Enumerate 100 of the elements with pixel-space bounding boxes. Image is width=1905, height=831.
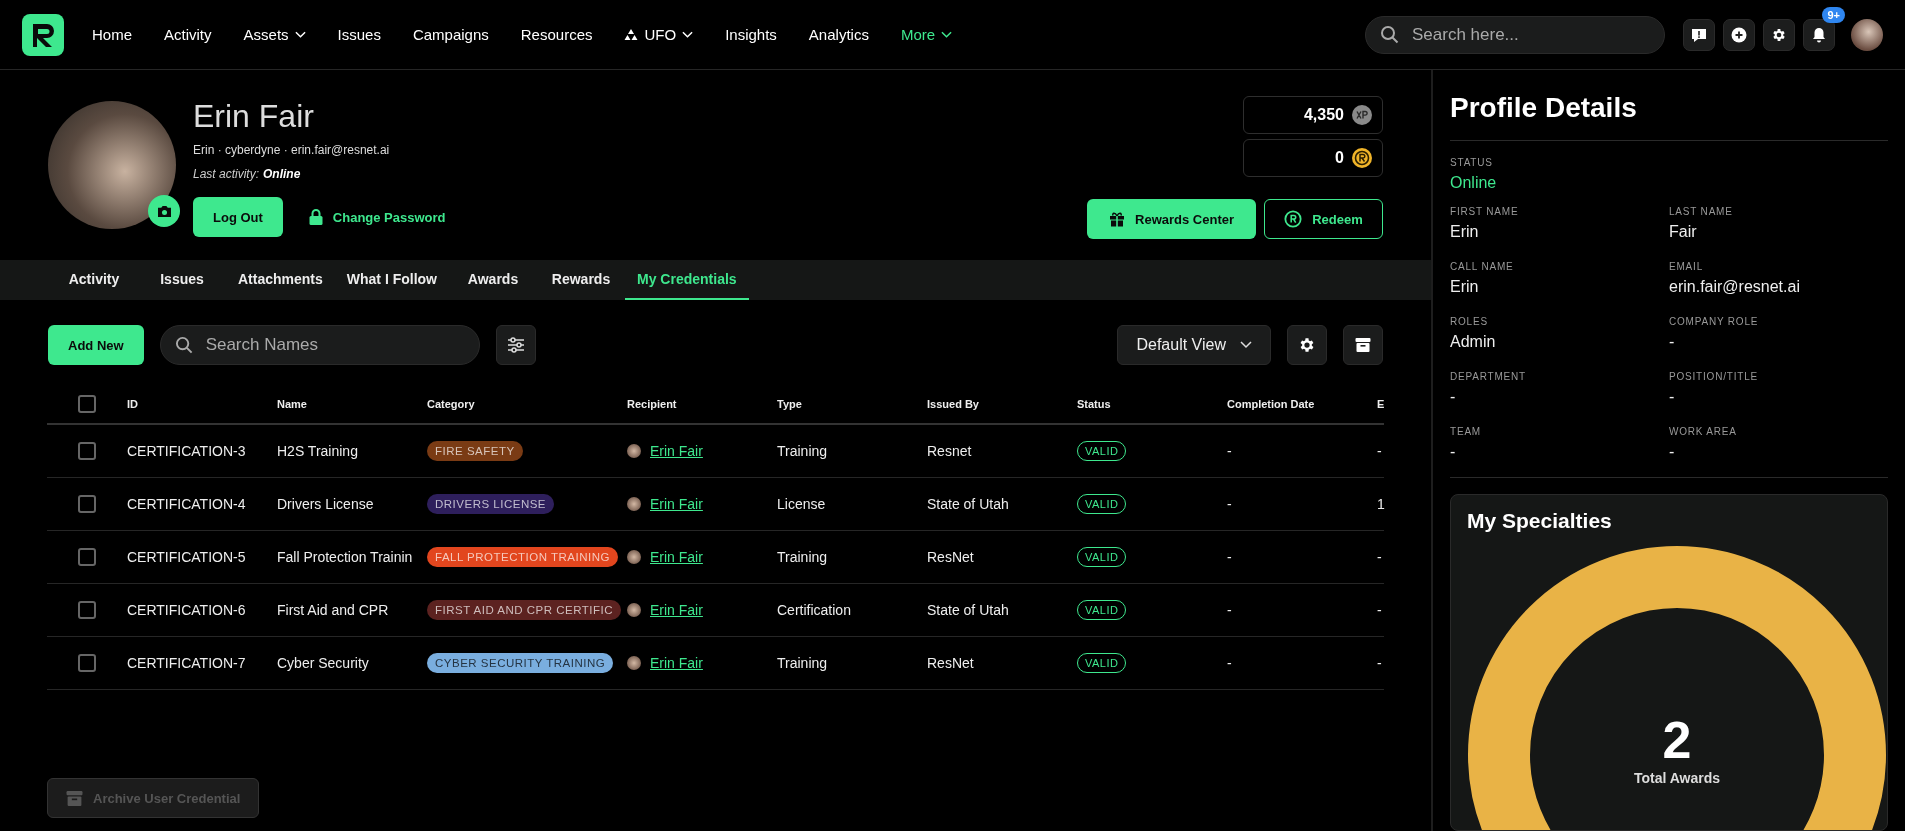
xp-icon (1352, 105, 1372, 125)
feedback-button[interactable] (1683, 18, 1715, 51)
table-cell-text: Training (777, 549, 829, 565)
table-cell-text: - (1227, 496, 1233, 512)
change-password-button[interactable]: Change Password (308, 209, 446, 225)
table-cell-text: CERTIFICATION-4 (127, 496, 247, 512)
nav-link[interactable]: Analytics (792, 26, 885, 43)
search-icon (174, 335, 194, 355)
user-avatar[interactable] (1851, 18, 1883, 51)
recipient-link[interactable]: Erin Fair (650, 549, 703, 565)
add-button[interactable] (1723, 18, 1755, 51)
table-cell-text: CERTIFICATION-7 (127, 655, 247, 671)
table-cell: 1 (1377, 496, 1384, 512)
total-label: Total Awards (1632, 770, 1722, 786)
table-cell-text: License (777, 496, 827, 512)
rewards-center-button[interactable]: Rewards Center (1087, 199, 1256, 239)
column-header: Name (277, 398, 308, 410)
table-cell-text: Certification (777, 602, 852, 618)
field-value: - (1669, 443, 1676, 461)
nav-link[interactable]: Resources (504, 26, 609, 43)
profile-tab[interactable]: Rewards (537, 260, 625, 300)
notifications-button[interactable] (1803, 18, 1835, 51)
recipient-link[interactable]: Erin Fair (650, 655, 703, 671)
field-label: FIRST NAME (1450, 206, 1520, 217)
last-activity-label: Last activity: (193, 167, 260, 181)
filter-button[interactable] (495, 325, 536, 365)
user-avatar (627, 656, 641, 670)
table-cell-text: State of Utah (927, 496, 1010, 512)
table-cell-text: - (1377, 655, 1383, 671)
nav-link[interactable]: Activity (148, 26, 228, 43)
table-cell-text: - (1377, 443, 1383, 459)
row-checkbox[interactable] (78, 601, 96, 619)
table-cell-text: - (1377, 602, 1383, 618)
archive-button[interactable] (1343, 325, 1383, 365)
search-input[interactable]: Search Names (203, 334, 465, 356)
last-activity-value: Online (263, 167, 301, 181)
profile-tab[interactable]: Issues (138, 260, 226, 300)
nav-link[interactable]: Issues (321, 26, 397, 43)
chevron-down-icon (1240, 341, 1252, 349)
nav-link[interactable]: Home (76, 26, 148, 43)
recipient-link[interactable]: Erin Fair (650, 496, 703, 512)
total-count: 2 (1661, 710, 1693, 770)
field-value: Erin (1450, 278, 1480, 296)
profile-tab[interactable]: Attachments (226, 260, 335, 300)
search-field[interactable]: Search Names (159, 325, 480, 365)
field-label: ROLES (1450, 316, 1489, 327)
profile-tab[interactable]: Activity (50, 260, 138, 300)
add-new-button[interactable]: Add New (48, 325, 144, 365)
camera-icon (156, 204, 172, 218)
table-cell-text: - (1227, 655, 1233, 671)
nav-link[interactable]: More (884, 26, 969, 43)
column-header: Recipient (627, 398, 678, 410)
column-header: ID (127, 398, 139, 410)
nav-link[interactable]: Insights (709, 26, 793, 43)
table-cell-text: CERTIFICATION-6 (127, 602, 247, 618)
column-header: Category (427, 398, 476, 410)
field-label: LAST NAME (1669, 206, 1734, 217)
field-label: CALL NAME (1450, 261, 1515, 272)
recipient-link[interactable]: Erin Fair (650, 602, 703, 618)
settings-icon (1771, 26, 1787, 43)
camera-button[interactable] (148, 195, 180, 227)
redeem-button[interactable]: Redeem (1264, 199, 1383, 239)
bell-icon (1811, 26, 1827, 43)
field-value: Fair (1669, 223, 1698, 241)
profile-subtitle: Erin · cyberdyne · erin.fair@resnet.ai (193, 143, 391, 157)
table-cell-text: Drivers License (277, 496, 375, 512)
select-all-checkbox[interactable] (78, 395, 96, 413)
category-tag: FIRST AID AND CPR CERTIFIC (427, 600, 622, 620)
logout-button[interactable]: Log Out (193, 197, 283, 237)
settings-button[interactable] (1287, 325, 1327, 365)
search-field[interactable]: Search here... (1365, 15, 1665, 54)
nav-link[interactable]: Campaigns (396, 26, 505, 43)
row-checkbox[interactable] (78, 548, 96, 566)
notification-count: 9+ (1822, 6, 1845, 23)
settings-button[interactable] (1763, 18, 1795, 51)
table-cell-text: State of Utah (927, 602, 1010, 618)
profile-tab[interactable]: Awards (449, 260, 537, 300)
triangles-icon (624, 28, 639, 41)
view-dropdown[interactable]: Default View (1117, 325, 1271, 365)
row-checkbox[interactable] (78, 442, 96, 460)
nav-link[interactable]: UFO (608, 26, 710, 43)
profile-tab[interactable]: My Credentials (625, 260, 749, 300)
recipient-link[interactable]: Erin Fair (650, 443, 703, 459)
table-cell-text: - (1377, 549, 1383, 565)
profile-tab[interactable]: What I Follow (334, 260, 449, 300)
search-input[interactable]: Search here... (1410, 23, 1650, 46)
app-logo[interactable] (22, 13, 64, 56)
nav-link[interactable]: Assets (227, 26, 322, 43)
chevron-down-icon (294, 30, 306, 39)
column-header: Issued By (927, 398, 980, 410)
table-cell-text: - (1227, 549, 1233, 565)
row-checkbox[interactable] (78, 495, 96, 513)
field-label: EMAIL (1669, 261, 1704, 272)
category-tag: FIRE SAFETY (427, 441, 523, 461)
user-avatar (627, 603, 641, 617)
user-avatar (627, 550, 641, 564)
table-cell-text: Training (777, 443, 829, 459)
row-checkbox[interactable] (78, 654, 96, 672)
table-cell-text: - (1227, 602, 1233, 618)
coin-icon (1284, 210, 1303, 228)
